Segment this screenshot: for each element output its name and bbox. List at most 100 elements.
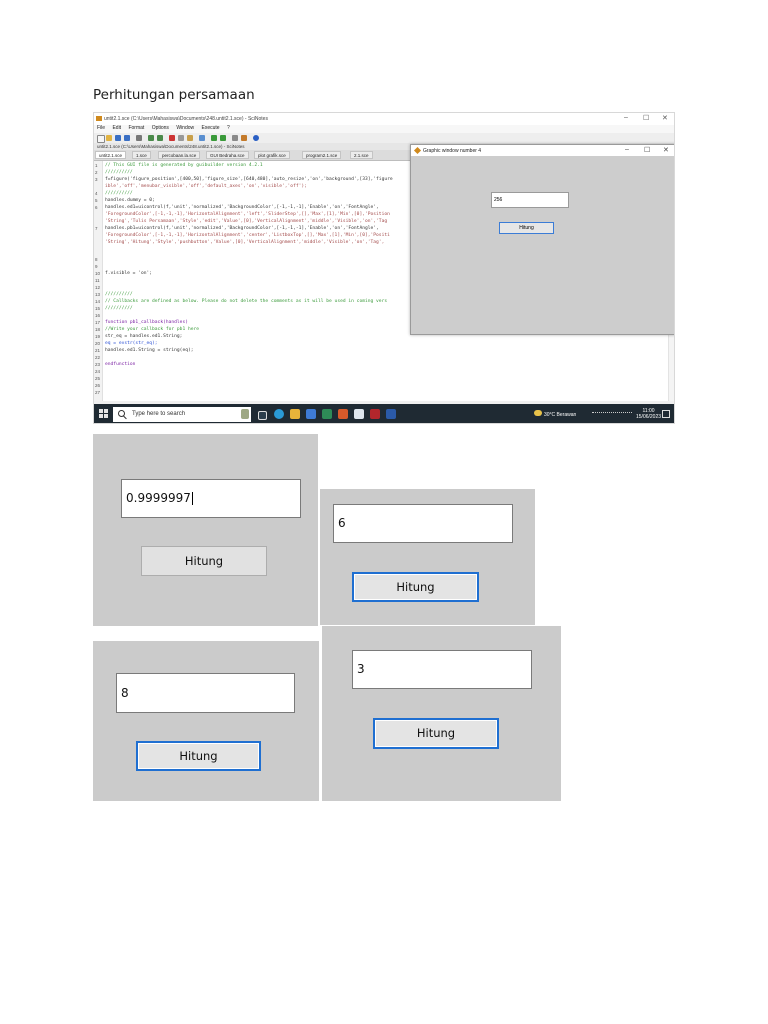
close-button[interactable]: ✕ bbox=[662, 114, 668, 122]
paste-icon[interactable] bbox=[187, 135, 193, 141]
save-as-icon[interactable] bbox=[124, 135, 130, 141]
equation-input[interactable]: 6 bbox=[333, 504, 513, 543]
line-number: 2 bbox=[95, 170, 98, 175]
file-explorer-icon[interactable] bbox=[290, 409, 300, 419]
redo-icon[interactable] bbox=[157, 135, 163, 141]
store-icon[interactable] bbox=[306, 409, 316, 419]
open-file-icon[interactable] bbox=[106, 135, 112, 141]
scilab-icon bbox=[413, 146, 422, 155]
debug-icon[interactable] bbox=[241, 135, 247, 141]
menu-edit[interactable]: Edit bbox=[112, 125, 121, 131]
menu-help[interactable]: ? bbox=[227, 125, 230, 131]
task-view-icon[interactable] bbox=[258, 411, 267, 420]
search-icon[interactable] bbox=[199, 135, 205, 141]
gw-minimize-button[interactable]: – bbox=[625, 146, 629, 153]
tab-plot-grafik[interactable]: plot grafik.sce bbox=[254, 151, 290, 159]
equation-input[interactable]: 8 bbox=[116, 673, 295, 713]
code-line: handles.ed1.String = string(eq); bbox=[105, 348, 194, 353]
document-title: Perhitungan persamaan bbox=[93, 87, 255, 103]
tab-1-sce[interactable]: 1.sce bbox=[132, 151, 151, 159]
code-line: 'String','Tulis Persamaan','Style','edit… bbox=[105, 219, 388, 224]
tab-untit2-1[interactable]: untit2.1.sce bbox=[95, 151, 127, 159]
code-line: endfunction bbox=[105, 362, 136, 367]
menu-format[interactable]: Format bbox=[128, 125, 144, 131]
run-icon[interactable] bbox=[232, 135, 238, 141]
word-icon[interactable] bbox=[386, 409, 396, 419]
clock[interactable]: 11:00 15/06/2023 bbox=[636, 408, 661, 420]
edge-icon[interactable] bbox=[274, 409, 284, 419]
line-number-gutter: 1 2 3 4 5 6 7 8 9 10 11 12 13 14 15 16 1… bbox=[94, 161, 103, 401]
code-line: // Callbacks are defined as below. Pleas… bbox=[105, 299, 388, 304]
tab-program2-1[interactable]: program2.1.sce bbox=[302, 151, 342, 159]
save-icon[interactable] bbox=[115, 135, 121, 141]
line-number: 7 bbox=[95, 226, 98, 231]
copy-icon[interactable] bbox=[178, 135, 184, 141]
line-number: 9 bbox=[95, 264, 98, 269]
paint-icon[interactable] bbox=[354, 409, 364, 419]
scinotes-window-title: untit2.1.sce (C:\Users\Mahasiswa\Documen… bbox=[104, 116, 268, 122]
excel-icon[interactable] bbox=[322, 409, 332, 419]
line-number: 11 bbox=[95, 278, 100, 283]
code-line: 'String','Hitung','Style','pushbutton','… bbox=[105, 240, 385, 245]
menu-options[interactable]: Options bbox=[152, 125, 169, 131]
line-number: 5 bbox=[95, 198, 98, 203]
system-tray: 30°C Berawan 11:00 15/06/2023 bbox=[514, 407, 674, 422]
gw-maximize-button[interactable]: ☐ bbox=[644, 146, 650, 154]
code-line: ////////// bbox=[105, 191, 133, 196]
menu-window[interactable]: Window bbox=[176, 125, 194, 131]
clock-date: 15/06/2023 bbox=[636, 414, 662, 420]
text-caret bbox=[191, 492, 193, 505]
result-panel-4: 3 Hitung bbox=[322, 626, 561, 801]
gw-close-button[interactable]: ✕ bbox=[663, 146, 669, 154]
tray-icons[interactable] bbox=[592, 412, 632, 419]
hitung-button[interactable]: Hitung bbox=[136, 741, 261, 771]
menu-execute[interactable]: Execute bbox=[202, 125, 220, 131]
search-placeholder: Type here to search bbox=[132, 411, 186, 417]
hitung-button[interactable]: Hitung bbox=[499, 222, 554, 234]
result-panel-3: 8 Hitung bbox=[93, 641, 319, 801]
line-number: 16 bbox=[95, 313, 101, 318]
equation-input[interactable]: 256 bbox=[491, 192, 569, 208]
windows-start-icon[interactable] bbox=[99, 409, 109, 419]
scilab-taskbar-icon[interactable] bbox=[370, 409, 380, 419]
code-line: eq = evstr(str_eq); bbox=[105, 341, 158, 346]
equation-input[interactable]: 0.9999997 bbox=[121, 479, 301, 518]
weather-icon bbox=[534, 410, 542, 416]
minimize-button[interactable]: – bbox=[624, 114, 628, 121]
maximize-button[interactable]: ☐ bbox=[643, 114, 649, 122]
code-line: handles.ed1=uicontrol(f,'unit','normaliz… bbox=[105, 205, 379, 210]
line-number: 27 bbox=[95, 390, 101, 395]
new-file-icon[interactable] bbox=[97, 135, 105, 143]
menu-file[interactable]: File bbox=[97, 125, 105, 131]
taskbar-search-box[interactable]: Type here to search bbox=[113, 407, 251, 422]
print-icon[interactable] bbox=[136, 135, 142, 141]
help-icon[interactable] bbox=[253, 135, 259, 141]
weather-text[interactable]: 30°C Berawan bbox=[544, 412, 576, 418]
line-number: 24 bbox=[95, 369, 101, 374]
hitung-button[interactable]: Hitung bbox=[373, 718, 499, 749]
search-highlight-icon bbox=[241, 409, 249, 419]
cut-icon[interactable] bbox=[169, 135, 175, 141]
graphic-window-title: Graphic window number 4 bbox=[423, 148, 482, 154]
line-number: 1 bbox=[95, 163, 98, 168]
tab-percobaan[interactable]: percobaan.la.sce bbox=[158, 151, 201, 159]
line-number: 19 bbox=[95, 334, 101, 339]
windows-taskbar: Type here to search 30°C Berawan 11:00 1… bbox=[94, 404, 674, 423]
result-panel-2: 6 Hitung bbox=[320, 489, 535, 625]
code-line: handles.dummy = 0; bbox=[105, 198, 155, 203]
execute-file-icon[interactable] bbox=[220, 135, 226, 141]
equation-input[interactable]: 3 bbox=[352, 650, 532, 689]
line-number: 18 bbox=[95, 327, 101, 332]
notification-icon[interactable] bbox=[662, 410, 670, 418]
hitung-button[interactable]: Hitung bbox=[352, 572, 479, 602]
tab-2-1-sce[interactable]: 2.1.sce bbox=[350, 151, 373, 159]
hitung-button[interactable]: Hitung bbox=[141, 546, 267, 576]
code-line: function pb1_callback(handles) bbox=[105, 320, 188, 325]
code-line: // This GUI file is generated by guibuil… bbox=[105, 163, 263, 168]
execute-icon[interactable] bbox=[211, 135, 217, 141]
undo-icon[interactable] bbox=[148, 135, 154, 141]
scinotes-app-icon bbox=[96, 116, 102, 121]
tab-gui-bedraha[interactable]: GUI Bedraha.sce bbox=[206, 151, 249, 159]
powerpoint-icon[interactable] bbox=[338, 409, 348, 419]
line-number: 20 bbox=[95, 341, 101, 346]
